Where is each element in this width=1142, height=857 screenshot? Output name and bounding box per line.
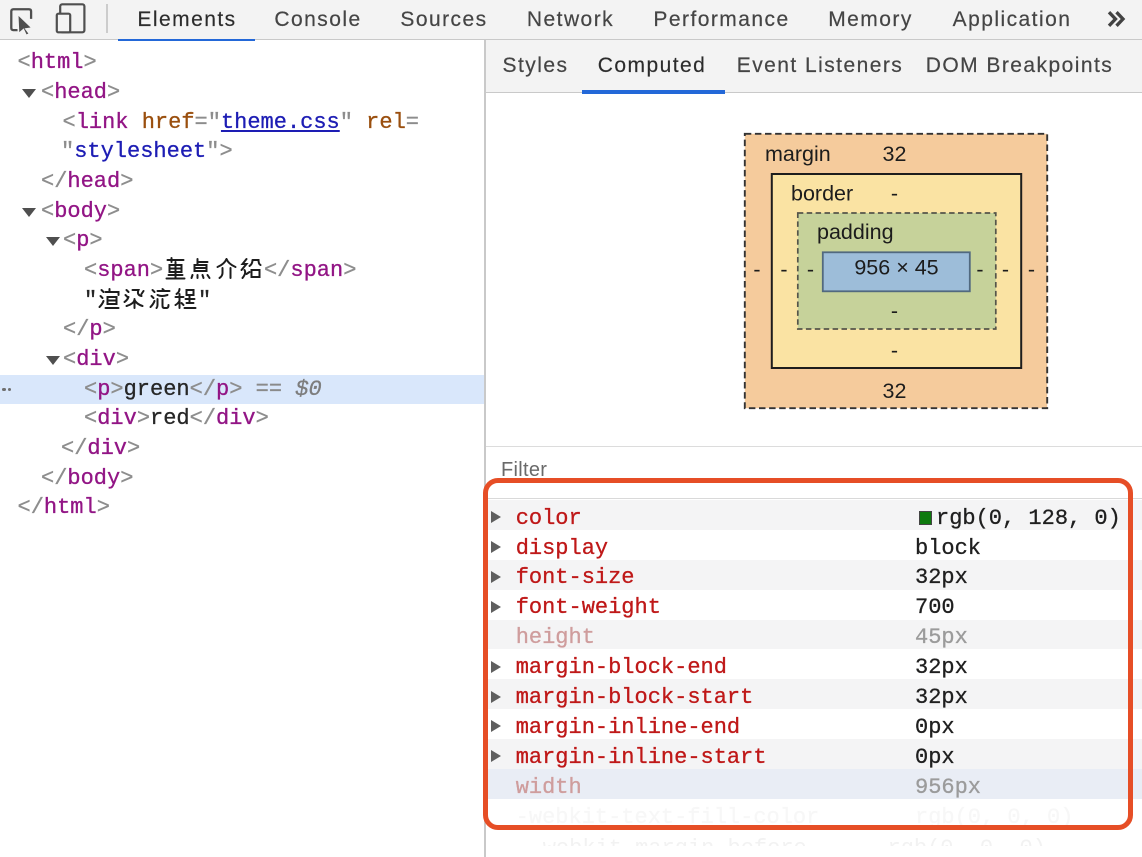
svg-text:-: - bbox=[807, 258, 814, 282]
svg-text:-: - bbox=[780, 258, 787, 282]
svg-text:-: - bbox=[1002, 258, 1009, 282]
svg-text:-: - bbox=[976, 258, 983, 282]
svg-text:border: border bbox=[791, 182, 853, 206]
svg-text:32: 32 bbox=[883, 142, 907, 166]
svg-text:956 × 45: 956 × 45 bbox=[854, 256, 938, 280]
svg-text:32: 32 bbox=[883, 379, 907, 403]
svg-text:-: - bbox=[891, 339, 898, 363]
svg-text:padding: padding bbox=[817, 220, 894, 244]
svg-text:-: - bbox=[753, 258, 760, 282]
svg-text:margin: margin bbox=[765, 142, 831, 166]
svg-text:-: - bbox=[891, 299, 898, 323]
svg-text:-: - bbox=[1028, 258, 1035, 282]
svg-text:-: - bbox=[891, 182, 898, 206]
